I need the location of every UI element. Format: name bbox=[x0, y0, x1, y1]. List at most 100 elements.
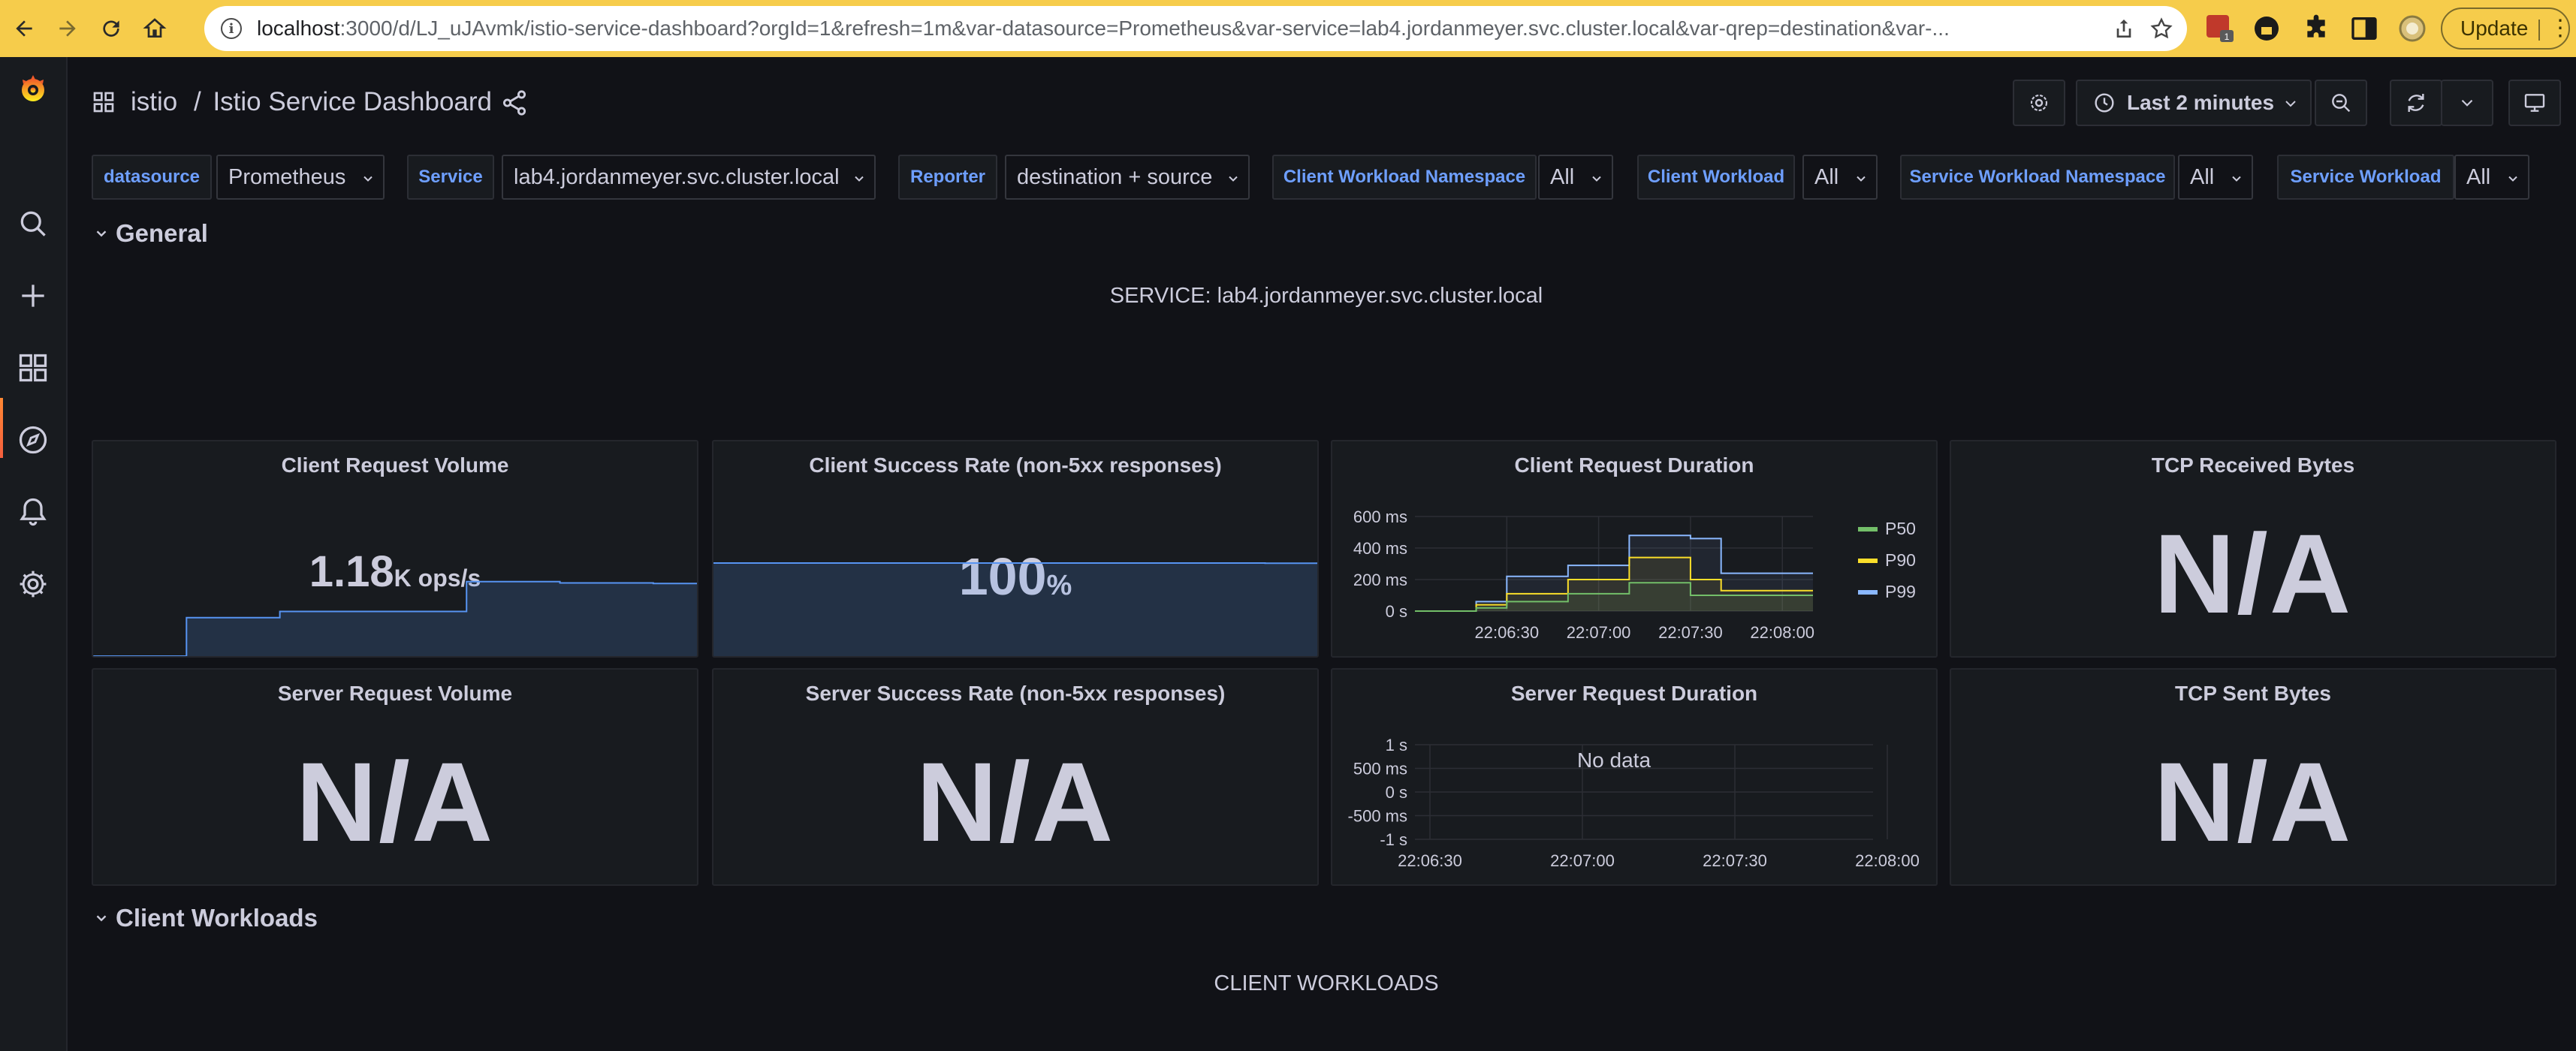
chevron-down-icon bbox=[96, 230, 107, 237]
variable-label-service-workload: Service Workload bbox=[2277, 155, 2454, 200]
time-range-picker[interactable]: Last 2 minutes bbox=[2076, 80, 2312, 126]
variable-value: destination + source bbox=[1017, 164, 1213, 189]
legend-swatch-p50 bbox=[1858, 527, 1878, 532]
home-icon bbox=[143, 18, 167, 38]
chevron-down-icon bbox=[1229, 176, 1238, 182]
panel-server-request-volume[interactable]: Server Request Volume N/A bbox=[92, 668, 698, 886]
refresh-interval-dropdown[interactable] bbox=[2441, 80, 2493, 126]
variable-select-service-workload[interactable]: All bbox=[2454, 155, 2529, 200]
service-text-panel: SERVICE: lab4.jordanmeyer.svc.cluster.lo… bbox=[1109, 284, 1543, 308]
panel-tcp-received-bytes[interactable]: TCP Received Bytes N/A bbox=[1950, 440, 2556, 658]
row-client-workloads[interactable]: Client Workloads bbox=[93, 904, 318, 932]
dashboard-title[interactable]: Istio Service Dashboard bbox=[213, 87, 492, 116]
settings-gear-icon bbox=[2030, 94, 2048, 112]
breadcrumb-separator: / bbox=[193, 87, 201, 116]
variable-select-reporter[interactable]: destination + source bbox=[1005, 155, 1250, 200]
breadcrumb-folder[interactable]: istio bbox=[131, 87, 177, 116]
share-icon[interactable] bbox=[500, 89, 529, 117]
home-button[interactable] bbox=[135, 9, 174, 48]
variable-select-datasource[interactable]: Prometheus bbox=[216, 155, 385, 200]
browser-toolbar: i localhost:3000/d/LJ_uJAvmk/istio-servi… bbox=[0, 0, 2576, 57]
sparkline-area bbox=[93, 581, 697, 656]
row-title: Client Workloads bbox=[116, 904, 318, 932]
refresh-button[interactable] bbox=[2390, 80, 2442, 126]
no-data-label: No data bbox=[1577, 748, 1651, 772]
configuration-nav[interactable] bbox=[15, 566, 51, 602]
panel-server-success-rate[interactable]: Server Success Rate (non-5xx responses) … bbox=[712, 668, 1319, 886]
variable-select-client-workload[interactable]: All bbox=[1802, 155, 1878, 200]
panel-title: Server Success Rate (non-5xx responses) bbox=[805, 682, 1226, 705]
panel-client-request-duration[interactable]: Client Request Duration 0 s 200 ms 400 ms 6… bbox=[1331, 440, 1938, 658]
panel-server-request-duration[interactable]: Server Request Duration -1 s -500 ms 0 s 50… bbox=[1331, 668, 1938, 886]
bookmark-star-icon[interactable] bbox=[2149, 17, 2173, 41]
search-icon bbox=[20, 211, 46, 236]
profile-avatar-icon[interactable] bbox=[2397, 14, 2427, 44]
x-tick-label: 22:08:00 bbox=[1855, 851, 1920, 870]
create-nav[interactable] bbox=[15, 278, 51, 314]
back-button[interactable] bbox=[5, 9, 44, 48]
x-tick-label: 22:07:30 bbox=[1703, 851, 1767, 870]
update-separator bbox=[2538, 20, 2540, 41]
monitor-icon bbox=[2524, 94, 2545, 112]
panel-title: Client Request Volume bbox=[281, 453, 509, 477]
chevron-down-icon bbox=[2508, 176, 2517, 182]
x-tick-label: 22:07:00 bbox=[1550, 851, 1615, 870]
stat-value: N/A bbox=[295, 739, 495, 865]
chevron-down-icon bbox=[855, 176, 864, 182]
stat-value: N/A bbox=[2153, 510, 2353, 637]
extension-lock-icon[interactable] bbox=[2252, 14, 2282, 44]
panel-title: TCP Received Bytes bbox=[2151, 453, 2355, 477]
active-nav-indicator bbox=[0, 398, 3, 458]
reload-button[interactable] bbox=[92, 9, 131, 48]
y-tick-label: -500 ms bbox=[1348, 807, 1407, 826]
alerting-nav[interactable] bbox=[15, 494, 51, 530]
variable-label-service: Service bbox=[407, 155, 494, 200]
tv-mode-button[interactable] bbox=[2508, 80, 2561, 126]
y-tick-label: 400 ms bbox=[1353, 539, 1407, 558]
row-general[interactable]: General bbox=[93, 219, 208, 248]
site-info-icon[interactable]: i bbox=[221, 18, 242, 39]
panel-client-success-rate[interactable]: Client Success Rate (non-5xx responses) … bbox=[712, 440, 1319, 658]
variable-value: lab4.jordanmeyer.svc.cluster.local bbox=[514, 164, 840, 189]
more-vert-icon[interactable]: ⋮ bbox=[2549, 15, 2571, 41]
side-panel-icon[interactable] bbox=[2349, 14, 2379, 44]
row-title: General bbox=[116, 219, 208, 247]
extensions-puzzle-icon[interactable] bbox=[2301, 14, 2331, 44]
variable-select-service[interactable]: lab4.jordanmeyer.svc.cluster.local bbox=[502, 155, 876, 200]
chevron-down-icon bbox=[2232, 176, 2241, 182]
duration-chart: 0 s 200 ms 400 ms 600 ms 22:06:30 22:07:00 22:… bbox=[1353, 507, 1916, 642]
client-workloads-text-panel: CLIENT WORKLOADS bbox=[1214, 971, 1439, 995]
dashboards-grid-icon bbox=[19, 354, 47, 382]
sparkline bbox=[713, 562, 1317, 656]
legend-label-p90: P90 bbox=[1885, 550, 1916, 570]
panel-title: TCP Sent Bytes bbox=[2175, 682, 2331, 705]
dashboard-settings-button[interactable] bbox=[2013, 80, 2065, 126]
panel-title: Server Request Volume bbox=[277, 682, 513, 705]
dashboards-nav[interactable] bbox=[15, 350, 51, 386]
y-tick-label: 200 ms bbox=[1353, 571, 1407, 589]
browser-update-button[interactable]: Update ⋮ bbox=[2441, 8, 2571, 50]
zoom-out-button[interactable] bbox=[2315, 80, 2367, 126]
extension-badge-icon[interactable]: 1 bbox=[2205, 14, 2235, 44]
gear-icon bbox=[20, 571, 47, 598]
address-bar[interactable]: i localhost:3000/d/LJ_uJAvmk/istio-servi… bbox=[204, 6, 2187, 51]
apps-grid-icon[interactable] bbox=[92, 90, 116, 114]
forward-arrow-icon bbox=[59, 20, 76, 37]
plus-icon bbox=[22, 285, 44, 307]
share-page-icon[interactable] bbox=[2112, 17, 2136, 41]
explore-nav[interactable] bbox=[15, 422, 51, 458]
variable-select-client-workload-namespace[interactable]: All bbox=[1538, 155, 1613, 200]
x-tick-label: 22:08:00 bbox=[1750, 623, 1814, 642]
grafana-logo[interactable] bbox=[15, 71, 51, 107]
variable-value: All bbox=[1550, 164, 1575, 189]
chevron-down-icon bbox=[363, 176, 373, 182]
forward-button[interactable] bbox=[48, 9, 87, 48]
breadcrumb: istio / Istio Service Dashboard bbox=[131, 87, 492, 117]
variable-value: All bbox=[2190, 164, 2215, 189]
panel-tcp-sent-bytes[interactable]: TCP Sent Bytes N/A bbox=[1950, 668, 2556, 886]
sparkline bbox=[93, 580, 697, 656]
search-nav[interactable] bbox=[15, 206, 51, 242]
variable-select-service-workload-namespace[interactable]: All bbox=[2178, 155, 2253, 200]
stat-value: N/A bbox=[915, 739, 1115, 865]
panel-client-request-volume[interactable]: Client Request Volume 1.18K ops/s bbox=[92, 440, 698, 658]
